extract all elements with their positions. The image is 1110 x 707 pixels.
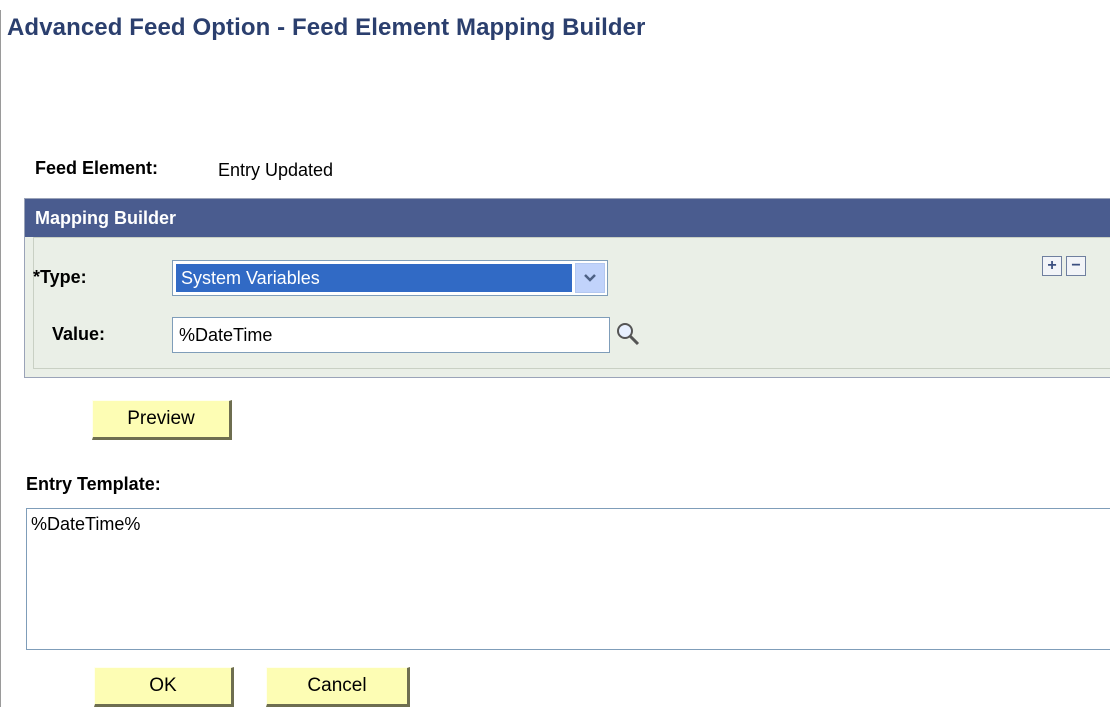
mapping-builder-header: Mapping Builder [25,199,1110,237]
minus-icon[interactable]: − [1066,256,1086,276]
magnifier-icon[interactable] [614,320,642,348]
entry-template-textarea[interactable]: %DateTime% [26,508,1110,650]
value-label: Value: [52,324,106,344]
type-select-value[interactable]: System Variables [176,264,572,292]
page-left-border [0,10,1,707]
preview-button[interactable]: Preview [92,400,232,440]
chevron-down-icon[interactable] [575,263,605,293]
type-label: *Type: [33,267,87,287]
cancel-button[interactable]: Cancel [266,667,410,707]
plus-icon[interactable]: + [1042,256,1062,276]
value-input[interactable]: %DateTime [172,317,610,353]
type-select[interactable]: System Variables [172,260,608,296]
ok-button[interactable]: OK [94,667,234,707]
page-title: Advanced Feed Option - Feed Element Mapp… [7,14,646,41]
entry-template-label: Entry Template: [26,474,161,494]
feed-element-value: Entry Updated [218,160,334,180]
feed-element-label: Feed Element: [35,158,159,178]
